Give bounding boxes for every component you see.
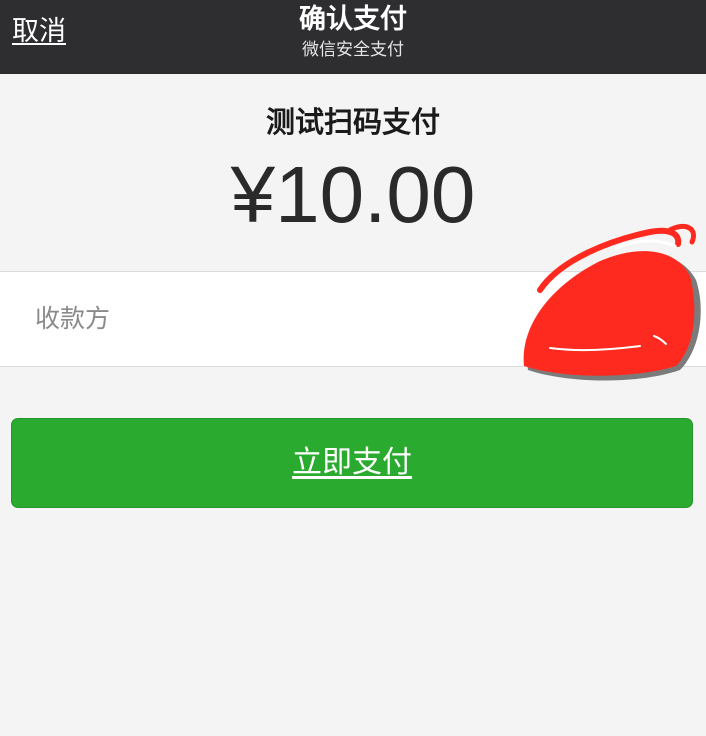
top-navbar: 取消 确认支付 微信安全支付 (0, 0, 706, 74)
navbar-title-group: 确认支付 微信安全支付 (0, 2, 706, 61)
pay-now-label: 立即支付 (292, 445, 412, 480)
payee-label: 收款方 (35, 304, 111, 333)
page-title: 确认支付 (299, 4, 407, 35)
pay-now-button[interactable]: 立即支付 (11, 418, 693, 508)
redaction-scribble (523, 224, 701, 381)
order-name: 测试扫码支付 (265, 105, 440, 139)
page-subtitle: 微信安全支付 (302, 40, 404, 60)
